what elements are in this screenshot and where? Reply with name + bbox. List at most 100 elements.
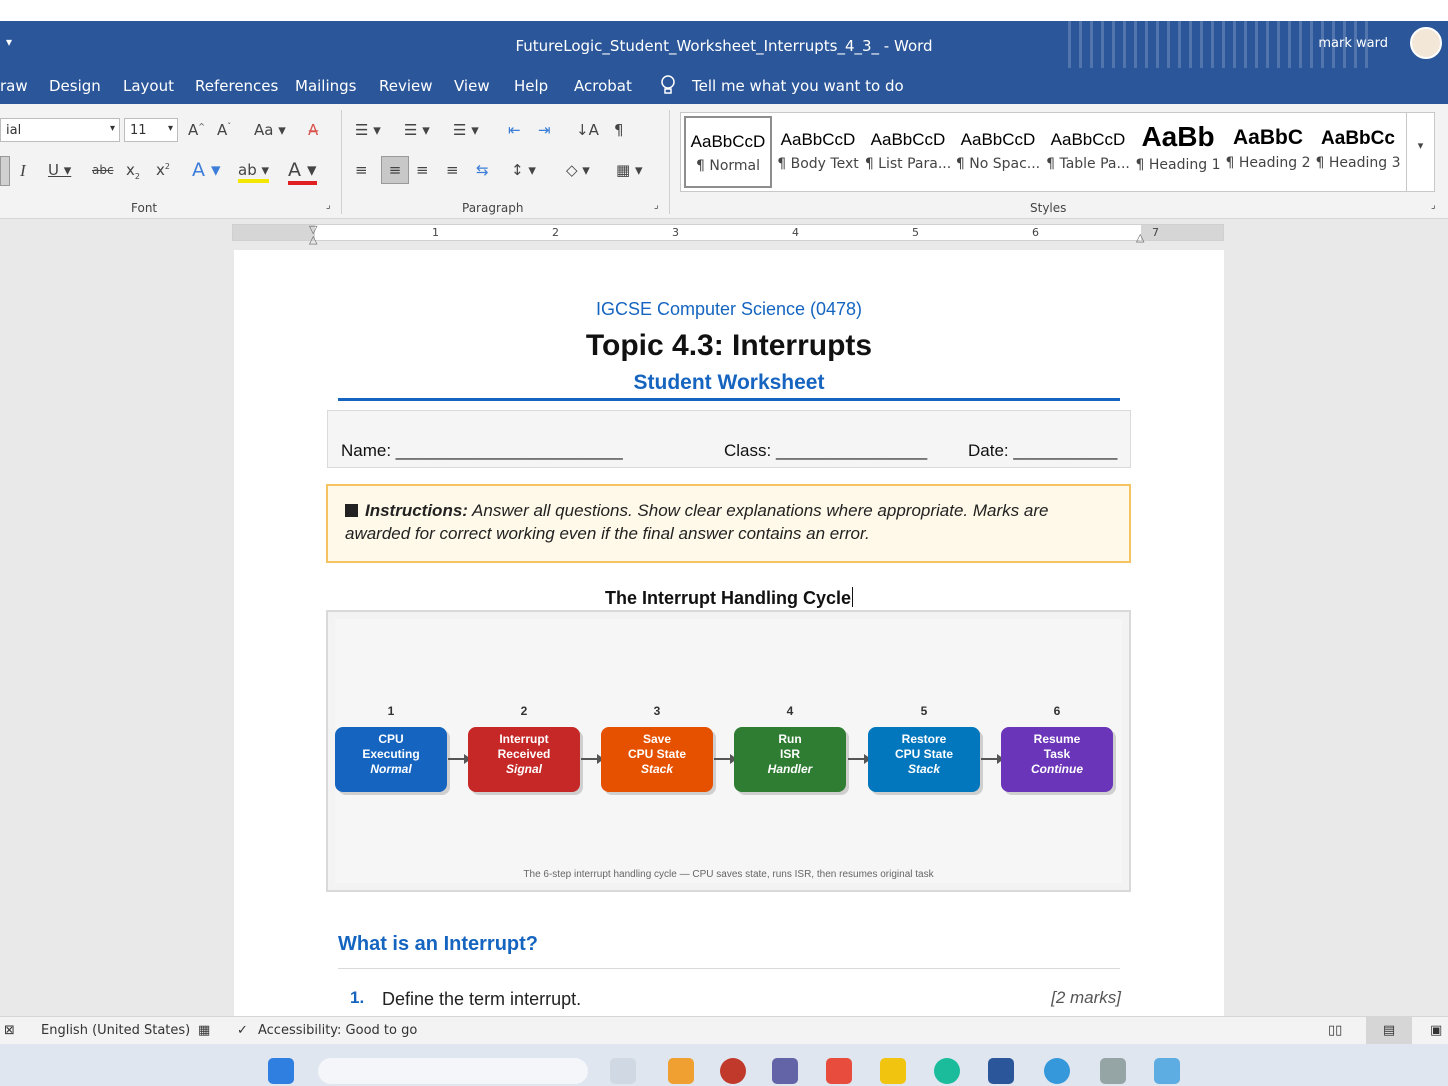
taskbar-app-icon[interactable] [668,1058,694,1084]
tab-layout[interactable]: Layout [123,77,174,95]
language-status[interactable]: English (United States) [41,1023,190,1038]
start-icon[interactable] [268,1058,294,1084]
styles-more-chevron-icon[interactable]: ▾ [1406,113,1434,191]
decrease-indent-icon[interactable]: ⇤ [508,121,521,139]
read-mode-icon[interactable]: ▯▯ [1328,1023,1342,1038]
style-no-spacing[interactable]: AaBbCcD ¶ No Spac... [954,116,1042,188]
step-line1: Resume [1033,732,1081,746]
font-size-box[interactable]: 11 ▾ [124,118,178,142]
track-changes-icon[interactable]: ⊠ [4,1023,15,1038]
date-field[interactable]: Date: ___________ [968,441,1117,461]
font-size-value: 11 [130,123,147,138]
taskbar-app-icon[interactable] [1100,1058,1126,1084]
style-sample: AaBb [1141,121,1215,152]
numbering-icon[interactable]: ☰ ▾ [404,121,430,139]
text-effects-icon[interactable]: A ▾ [192,159,221,181]
print-layout-icon[interactable]: ▤ [1366,1017,1412,1044]
avatar[interactable] [1410,27,1442,59]
user-name[interactable]: mark ward [1318,36,1388,51]
font-dialog-launcher-icon[interactable]: ⌟ [326,200,331,211]
chevron-down-icon[interactable]: ▾ [110,123,115,134]
font-color-icon[interactable]: A ▾ [288,159,317,185]
tab-acrobat[interactable]: Acrobat [574,77,632,95]
arrow-right-icon [714,754,737,764]
grow-font-icon[interactable]: A^ [188,121,205,139]
accessibility-icon[interactable]: ✓ [237,1023,248,1038]
taskbar-app-icon[interactable] [988,1058,1014,1084]
class-field[interactable]: Class: ________________ [724,441,927,461]
accessibility-status[interactable]: Accessibility: Good to go [258,1023,417,1038]
taskbar-app-icon[interactable] [880,1058,906,1084]
taskbar-app-icon[interactable] [934,1058,960,1084]
italic-icon[interactable]: I [20,161,26,181]
question-text: Define the term interrupt. [382,989,582,1009]
horizontal-ruler[interactable]: 1 2 3 4 5 6 7 ▽ △ △ [232,224,1224,246]
tell-me-search[interactable]: Tell me what you want to do [692,77,904,95]
highlight-icon[interactable]: ab ▾ [238,161,270,183]
align-right-icon[interactable]: ≡ [416,161,429,179]
tab-review[interactable]: Review [379,77,433,95]
tab-help[interactable]: Help [514,77,548,95]
line-spacing-icon[interactable]: ↕ ▾ [511,161,536,179]
font-name-box[interactable]: ial ▾ [0,118,120,142]
style-heading-3[interactable]: AaBbCc ¶ Heading 3 [1314,116,1402,188]
align-left-icon[interactable]: ≡ [355,161,368,179]
taskbar-app-icon[interactable] [826,1058,852,1084]
styles-dialog-launcher-icon[interactable]: ⌟ [1431,200,1436,211]
strikethrough-icon[interactable]: abc [92,163,114,177]
web-layout-icon[interactable]: ▣ [1430,1023,1442,1038]
step-sub-text: Signal [505,762,542,776]
underline-icon[interactable]: U ▾ [48,161,71,179]
style-normal[interactable]: AaBbCcD ¶ Normal [684,116,772,188]
increase-indent-icon[interactable]: ⇥ [538,121,551,139]
bold-button[interactable] [0,156,10,186]
taskbar-app-icon[interactable] [720,1058,746,1084]
multilevel-list-icon[interactable]: ☰ ▾ [453,121,479,139]
step-box: CPU Executing Normal [335,727,447,792]
document-page[interactable]: IGCSE Computer Science (0478) Topic 4.3:… [234,250,1224,1016]
shading-icon[interactable]: ◇ ▾ [566,161,590,179]
step-number: 3 [653,704,661,718]
title-bar: ▾ FutureLogic_Student_Worksheet_Interrup… [0,21,1448,68]
step-line1: Run [778,732,802,746]
style-body-text[interactable]: AaBbCcD ¶ Body Text [774,116,862,188]
clear-formatting-icon[interactable]: A̶ [308,121,318,139]
interrupt-cycle-diagram[interactable]: 1 CPU Executing Normal 2 Interrupt Recei… [326,610,1131,892]
shrink-font-icon[interactable]: Aˇ [217,121,231,139]
subscript-icon[interactable]: x2 [126,161,140,181]
name-field[interactable]: Name: ________________________ [341,441,623,461]
taskbar-app-icon[interactable] [1044,1058,1070,1084]
borders-icon[interactable]: ▦ ▾ [616,161,642,179]
step-sub: Normal [335,762,447,777]
chevron-down-icon[interactable]: ▾ [168,123,173,134]
style-heading-1[interactable]: AaBb ¶ Heading 1 [1134,116,1222,188]
ruler-number: 2 [552,226,559,239]
taskbar-app-icon[interactable] [1154,1058,1180,1084]
change-case-icon[interactable]: Aa ▾ [254,121,286,139]
taskbar-app-icon[interactable] [772,1058,798,1084]
justify-icon[interactable]: ≡ [446,161,459,179]
tab-references[interactable]: References [195,77,278,95]
show-formatting-marks-icon[interactable]: ¶ [614,121,624,139]
tab-mailings[interactable]: Mailings [295,77,356,95]
superscript-icon[interactable]: x2 [156,161,170,179]
tab-view[interactable]: View [454,77,490,95]
hanging-indent-marker-icon[interactable]: △ [309,233,317,246]
align-center-icon[interactable]: ≡ [381,156,409,184]
step-box: Interrupt Received Signal [468,727,580,792]
style-table-paragraph[interactable]: AaBbCcD ¶ Table Pa... [1044,116,1132,188]
tab-draw[interactable]: raw [0,77,28,95]
text-direction-icon[interactable]: ⇆ [476,161,489,179]
step-sub: Continue [1001,762,1113,777]
calendar-icon[interactable]: ▦ [198,1023,210,1038]
tab-design[interactable]: Design [49,77,101,95]
arrow-right-icon [448,754,471,764]
taskbar-search-box[interactable] [318,1058,588,1084]
right-indent-marker-icon[interactable]: △ [1136,231,1144,244]
paragraph-dialog-launcher-icon[interactable]: ⌟ [654,200,659,211]
style-list-paragraph[interactable]: AaBbCcD ¶ List Para... [864,116,952,188]
sort-icon[interactable]: ↓A [576,121,599,139]
bullets-icon[interactable]: ☰ ▾ [355,121,381,139]
taskbar-app-icon[interactable] [610,1058,636,1084]
style-heading-2[interactable]: AaBbC ¶ Heading 2 [1224,116,1312,188]
